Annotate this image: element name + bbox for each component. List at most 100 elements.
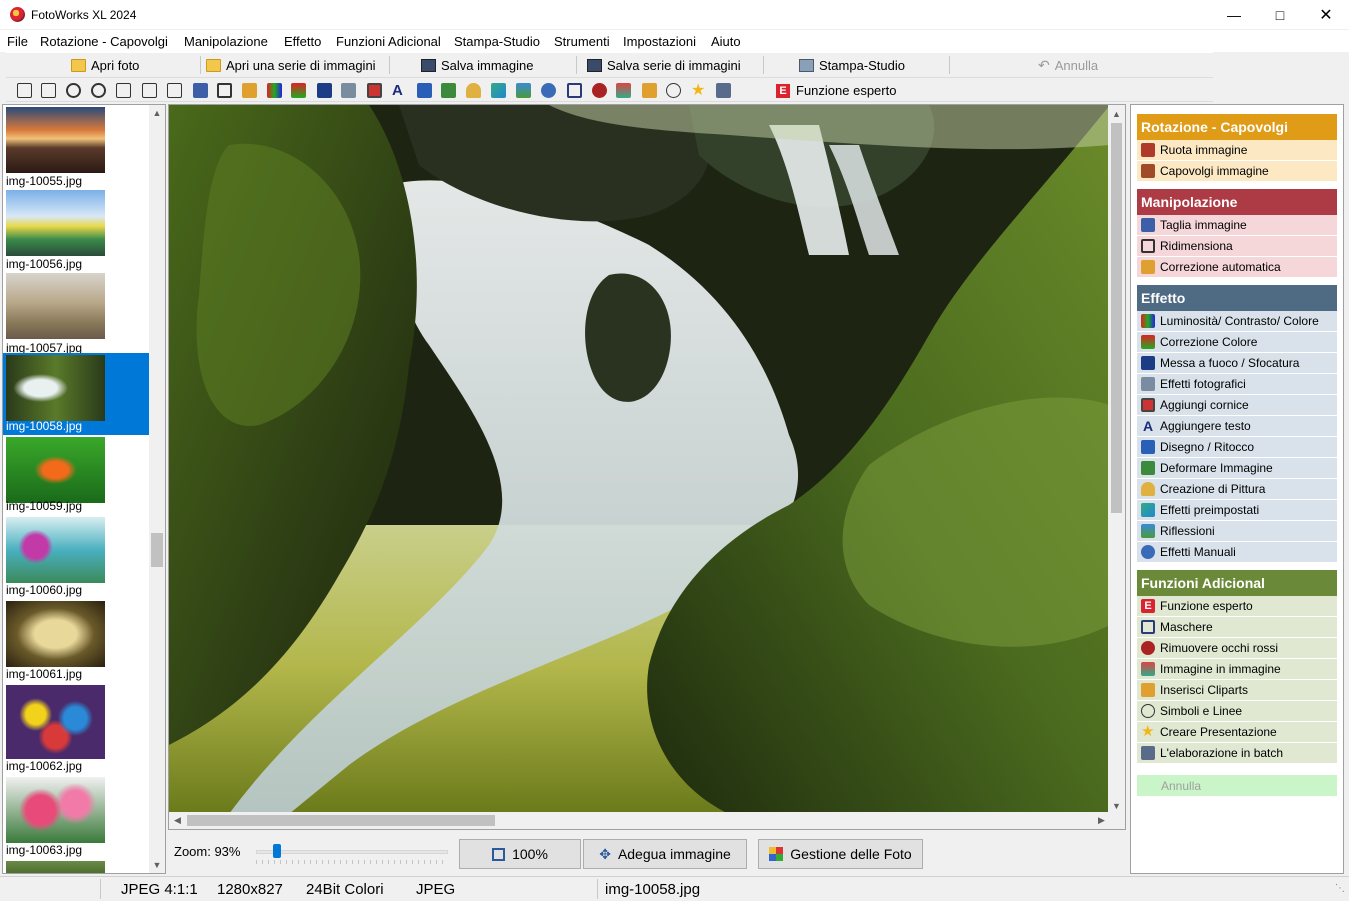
thumbnail-item[interactable]: img-10061.jpg [3, 599, 151, 683]
text-icon[interactable]: A [392, 83, 407, 98]
menu-rotazione[interactable]: Rotazione - Capovolgi [40, 34, 168, 49]
side-item-maschere[interactable]: Maschere [1137, 617, 1337, 638]
side-item-disegno[interactable]: Disegno / Ritocco [1137, 437, 1337, 458]
scroll-up-arrow[interactable]: ▲ [149, 105, 165, 121]
flip-horizontal-icon[interactable] [116, 83, 131, 98]
side-item-batch[interactable]: L'elaborazione in batch [1137, 743, 1337, 764]
side-item-correzione-colore[interactable]: Correzione Colore [1137, 332, 1337, 353]
minimize-button[interactable]: — [1211, 0, 1257, 30]
scrollbar-thumb[interactable] [151, 533, 163, 567]
resize-grip-icon[interactable]: ⋱ [1335, 883, 1345, 894]
scroll-up-arrow[interactable]: ▲ [1108, 105, 1125, 122]
rotate-ccw-icon[interactable] [66, 83, 81, 98]
thumbnail-scrollbar[interactable]: ▲ ▼ [149, 105, 165, 873]
thumbnail-item[interactable]: img-10057.jpg [3, 271, 151, 355]
side-item-messa-a-fuoco[interactable]: Messa a fuoco / Sfocatura [1137, 353, 1337, 374]
thumbnail-item[interactable]: img-10059.jpg [3, 435, 151, 515]
auto-correct-icon[interactable] [242, 83, 257, 98]
group-header[interactable]: Manipolazione [1137, 189, 1337, 215]
resize-icon[interactable] [217, 83, 232, 98]
expert-function-button[interactable]: E Funzione esperto [776, 82, 896, 99]
scissors-icon[interactable] [193, 83, 208, 98]
thumbnail-item[interactable] [3, 859, 151, 873]
thumbnail-item[interactable]: img-10062.jpg [3, 683, 151, 775]
group-header[interactable]: Effetto [1137, 285, 1337, 311]
save-image-button[interactable]: Salva immagine [421, 55, 534, 76]
viewer-vertical-scrollbar[interactable]: ▲ ▼ [1108, 105, 1125, 814]
symbols-lines-icon[interactable] [666, 83, 681, 98]
paint-icon[interactable] [466, 83, 481, 98]
side-item-testo[interactable]: A Aggiungere testo [1137, 416, 1337, 437]
rotate-left-icon[interactable] [17, 83, 32, 98]
zoom-slider[interactable] [256, 844, 448, 864]
open-photo-button[interactable]: Apri foto [71, 55, 139, 76]
side-item-preimpostati[interactable]: Effetti preimpostati [1137, 500, 1337, 521]
reflections-icon[interactable] [516, 83, 531, 98]
mirror-icon[interactable] [167, 83, 182, 98]
side-undo-button[interactable]: Annulla [1137, 775, 1337, 796]
photo-effects-icon[interactable] [341, 83, 356, 98]
group-header[interactable]: Funzioni Adicional [1137, 570, 1337, 596]
side-item-effetti-fotografici[interactable]: Effetti fotografici [1137, 374, 1337, 395]
save-series-button[interactable]: Salva serie di immagini [587, 55, 741, 76]
star-icon[interactable]: ★ [691, 83, 706, 99]
photo-manager-button[interactable]: Gestione delle Foto [758, 839, 923, 869]
fit-image-button[interactable]: ✥ Adegua immagine [583, 839, 747, 869]
scrollbar-thumb[interactable] [187, 815, 495, 826]
focus-blur-icon[interactable] [317, 83, 332, 98]
viewer-horizontal-scrollbar[interactable]: ◀ ▶ [169, 812, 1110, 829]
side-item-ridimensiona[interactable]: Ridimensiona [1137, 236, 1337, 257]
slider-knob[interactable] [273, 844, 281, 858]
side-item-taglia[interactable]: Taglia immagine [1137, 215, 1337, 236]
menu-stampa-studio[interactable]: Stampa-Studio [454, 34, 540, 49]
scroll-down-arrow[interactable]: ▼ [149, 857, 165, 873]
side-item-presentazione[interactable]: ★ Creare Presentazione [1137, 722, 1337, 743]
scrollbar-thumb[interactable] [1111, 123, 1122, 513]
side-item-correzione-auto[interactable]: Correzione automatica [1137, 257, 1337, 278]
menu-aiuto[interactable]: Aiuto [711, 34, 741, 49]
scroll-left-arrow[interactable]: ◀ [169, 812, 186, 829]
deform-icon[interactable] [441, 83, 456, 98]
brightness-contrast-icon[interactable] [267, 83, 282, 98]
side-item-immagine-in-immagine[interactable]: Immagine in immagine [1137, 659, 1337, 680]
picture-in-picture-icon[interactable] [616, 83, 631, 98]
batch-icon[interactable] [716, 83, 731, 98]
presets-icon[interactable] [491, 83, 506, 98]
menu-funzioni-adicional[interactable]: Funzioni Adicional [336, 34, 441, 49]
undo-button[interactable]: ↶ Annulla [1038, 55, 1098, 76]
side-item-capovolgi[interactable]: Capovolgi immagine [1137, 161, 1337, 182]
close-button[interactable]: ✕ [1303, 0, 1349, 30]
menu-effetto[interactable]: Effetto [284, 34, 321, 49]
side-item-riflessioni[interactable]: Riflessioni [1137, 521, 1337, 542]
maximize-button[interactable]: □ [1257, 0, 1303, 30]
side-item-luminosita[interactable]: Luminosità/ Contrasto/ Colore [1137, 311, 1337, 332]
side-item-pittura[interactable]: Creazione di Pittura [1137, 479, 1337, 500]
side-item-occhi-rossi[interactable]: Rimuovere occhi rossi [1137, 638, 1337, 659]
image-viewer[interactable]: ▲ ▼ ◀ ▶ [168, 104, 1126, 830]
red-eye-icon[interactable] [592, 83, 607, 98]
menu-manipolazione[interactable]: Manipolazione [184, 34, 268, 49]
draw-icon[interactable] [417, 83, 432, 98]
group-header[interactable]: Rotazione - Capovolgi [1137, 114, 1337, 140]
thumbnail-item[interactable]: img-10063.jpg [3, 775, 151, 859]
thumbnail-item-selected[interactable]: img-10058.jpg [3, 353, 151, 435]
side-item-deformare[interactable]: Deformare Immagine [1137, 458, 1337, 479]
menu-file[interactable]: File [7, 34, 28, 49]
side-item-esperto[interactable]: E Funzione esperto [1137, 596, 1337, 617]
thumbnail-item[interactable]: img-10055.jpg [3, 105, 151, 188]
mask-icon[interactable] [567, 83, 582, 98]
color-correction-icon[interactable] [291, 83, 306, 98]
thumbnail-item[interactable]: img-10060.jpg [3, 515, 151, 599]
rotate-right-icon[interactable] [41, 83, 56, 98]
thumbnail-item[interactable]: img-10056.jpg [3, 188, 151, 271]
zoom-100-button[interactable]: 100% [459, 839, 581, 869]
flip-vertical-icon[interactable] [142, 83, 157, 98]
side-item-manuali[interactable]: Effetti Manuali [1137, 542, 1337, 563]
print-studio-button[interactable]: Stampa-Studio [799, 55, 905, 76]
side-item-ruota[interactable]: Ruota immagine [1137, 140, 1337, 161]
side-item-cornice[interactable]: Aggiungi cornice [1137, 395, 1337, 416]
thumbnail-list[interactable]: img-10055.jpg img-10056.jpg img-10057.jp… [2, 104, 166, 874]
manual-effects-icon[interactable] [541, 83, 556, 98]
menu-strumenti[interactable]: Strumenti [554, 34, 610, 49]
rotate-cw-icon[interactable] [91, 83, 106, 98]
